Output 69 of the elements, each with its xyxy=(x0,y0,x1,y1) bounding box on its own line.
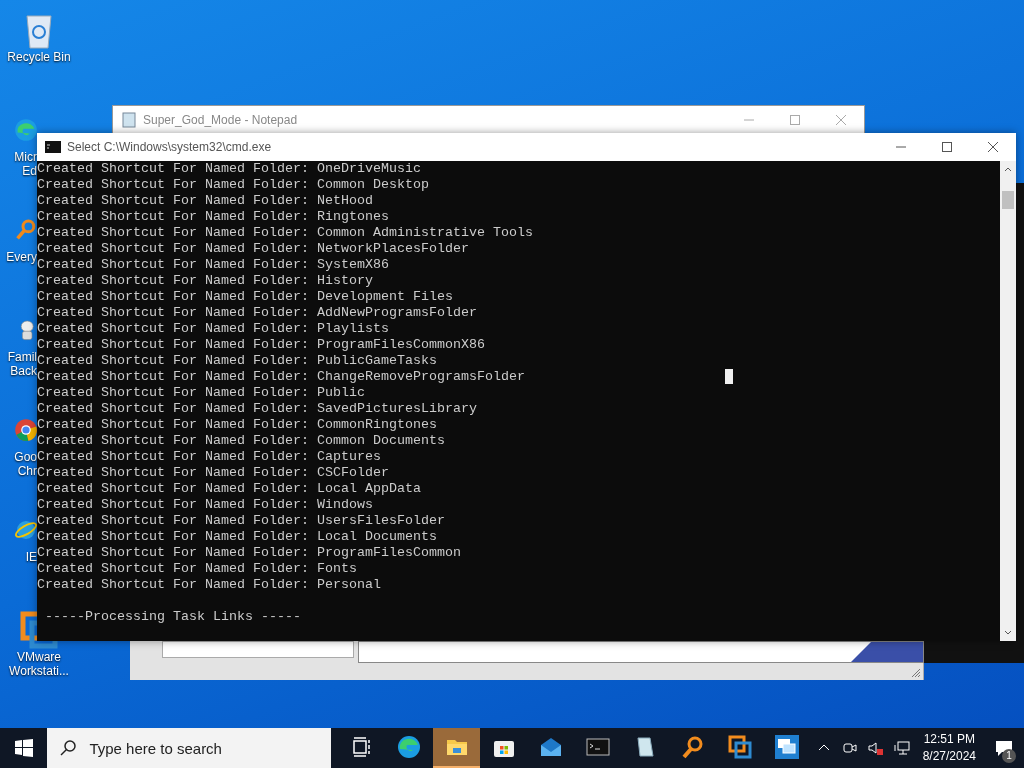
console-line: Created Shortcut For Named Folder: ChangeRemoveProgramsFolder xyxy=(37,369,525,385)
console-line: Created Shortcut For Named Folder: UsersFilesFolder xyxy=(37,513,445,529)
window-title: Select C:\Windows\system32\cmd.exe xyxy=(67,140,273,154)
camera-icon[interactable] xyxy=(841,740,858,756)
search-icon xyxy=(59,739,78,757)
console-line: Created Shortcut For Named Folder: SystemX86 xyxy=(37,257,389,273)
maximize-icon xyxy=(942,142,952,152)
search-input[interactable]: Type here to search xyxy=(87,738,322,758)
magnifier-icon[interactable] xyxy=(680,735,705,759)
windows-logo-icon xyxy=(14,739,33,757)
console-line: Created Shortcut For Named Folder: Captures xyxy=(37,449,381,465)
console-line: Created Shortcut For Named Folder: Windows xyxy=(37,497,373,513)
terminal-icon[interactable] xyxy=(586,735,611,759)
clock[interactable]: 12:51 PM 8/27/2024 xyxy=(922,731,977,765)
close-icon xyxy=(836,115,846,125)
icon-label: Famil xyxy=(6,350,37,364)
notification-count: 1 xyxy=(1002,749,1017,763)
console-icon xyxy=(45,139,61,155)
close-icon xyxy=(988,142,998,152)
resize-grip-icon[interactable] xyxy=(911,668,921,678)
console-line: Created Shortcut For Named Folder: CommonRingtones xyxy=(37,417,437,433)
console-line: Created Shortcut For Named Folder: Local Documents xyxy=(37,529,437,545)
scrollbar[interactable] xyxy=(1000,161,1016,641)
console-line: Created Shortcut For Named Folder: Fonts xyxy=(37,561,357,577)
window-title: Super_God_Mode - Notepad xyxy=(143,113,299,127)
console-line: Created Shortcut For Named Folder: Public xyxy=(37,385,365,401)
remote-desktop-icon[interactable] xyxy=(775,735,800,759)
icon-label: Workstati... xyxy=(9,664,69,678)
console-line: Created Shortcut For Named Folder: Common Documents xyxy=(37,433,445,449)
console-line: Created Shortcut For Named Folder: OneDriveMusic xyxy=(37,161,421,177)
icon-label: Goo xyxy=(13,450,37,464)
network-icon[interactable] xyxy=(893,740,910,756)
text-cursor xyxy=(725,369,733,384)
input-field[interactable] xyxy=(162,641,354,658)
search-field[interactable]: Type here to search xyxy=(47,728,331,768)
console-line: Created Shortcut For Named Folder: Personal xyxy=(37,577,381,593)
edge-icon[interactable] xyxy=(397,735,422,759)
console-line: Created Shortcut For Named Folder: Common Desktop xyxy=(37,177,429,193)
console-line: Created Shortcut For Named Folder: History xyxy=(37,273,373,289)
mail-icon[interactable] xyxy=(539,735,564,759)
console-line: Created Shortcut For Named Folder: Development Files xyxy=(37,289,453,305)
maximize-icon xyxy=(790,115,800,125)
input-field[interactable] xyxy=(358,641,924,663)
console-line: Created Shortcut For Named Folder: PublicGameTasks xyxy=(37,353,437,368)
icon-label: Chr xyxy=(16,464,37,478)
console-line: Created Shortcut For Named Folder: ProgramFilesCommonX86 xyxy=(37,337,485,352)
scroll-thumb[interactable] xyxy=(1002,191,1014,209)
console-line: Created Shortcut For Named Folder: CSCFolder xyxy=(37,465,389,481)
icon-label: VMware xyxy=(17,650,61,664)
console-line: Created Shortcut For Named Folder: NetHood xyxy=(37,193,373,209)
notification-button[interactable]: 1 xyxy=(984,728,1024,768)
notepad-icon xyxy=(121,112,137,128)
console-line: Created Shortcut For Named Folder: AddNewProgramsFolder xyxy=(37,305,477,321)
console-line: Created Shortcut For Named Folder: Ringtones xyxy=(37,209,389,225)
console-line: Created Shortcut For Named Folder: NetworkPlacesFolder xyxy=(37,241,469,256)
icon-label: Back xyxy=(9,364,37,378)
console-line: Created Shortcut For Named Folder: ProgramFilesCommon xyxy=(37,545,461,560)
console-line: Created Shortcut For Named Folder: Local AppData xyxy=(37,481,421,497)
volume-muted-icon[interactable] xyxy=(867,740,884,756)
vmware-icon[interactable] xyxy=(727,735,752,759)
console-line: Created Shortcut For Named Folder: Common Administrative Tools xyxy=(37,225,533,241)
icon-label: Ed xyxy=(21,164,37,178)
icon-label: Recycle Bin xyxy=(7,50,71,64)
console-line: -----Processing Task Links ----- xyxy=(44,609,301,625)
icon-label: Micr xyxy=(13,150,37,164)
console-line: Created Shortcut For Named Folder: SavedPicturesLibrary xyxy=(37,401,477,417)
icon-label: IE xyxy=(24,550,37,564)
console-line: Created Shortcut For Named Folder: Playlists xyxy=(37,321,389,337)
icon-label: Every xyxy=(5,250,37,264)
